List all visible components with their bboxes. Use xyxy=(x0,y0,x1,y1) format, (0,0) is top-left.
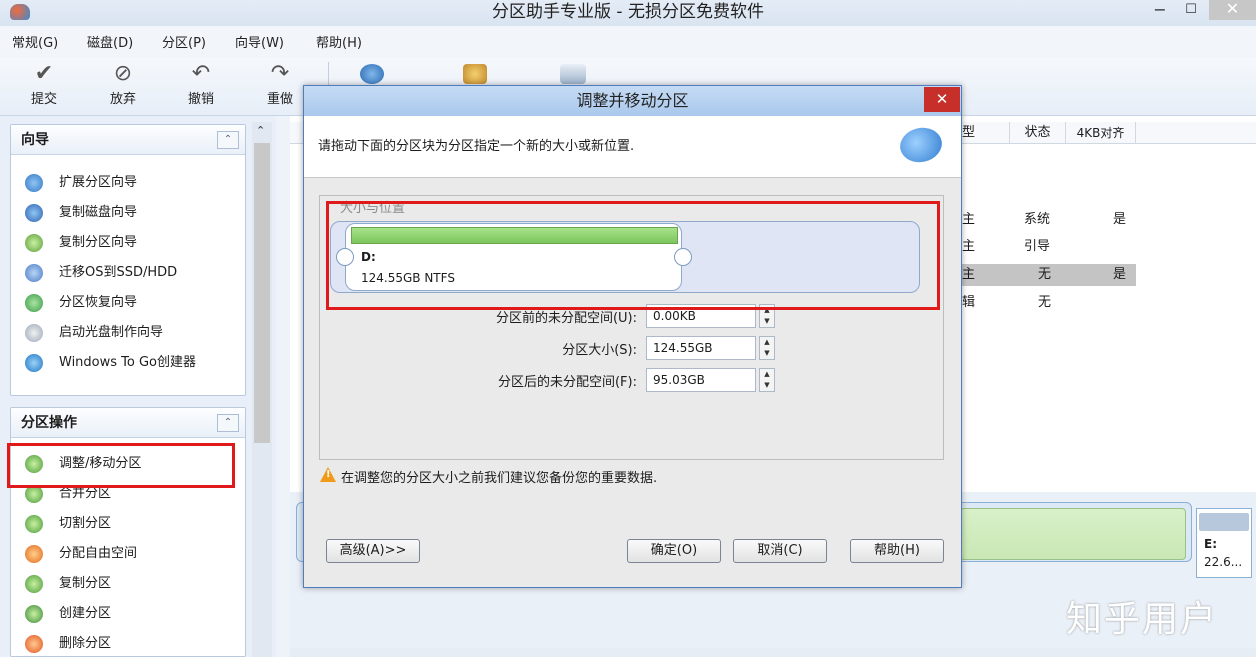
recovery-icon xyxy=(25,293,43,312)
cell-status: 引导 xyxy=(1024,239,1051,254)
legend-bar xyxy=(290,648,1256,657)
dialog-title: 调整并移动分区 xyxy=(304,86,961,116)
menu-help[interactable]: 帮助(H) xyxy=(316,32,362,51)
column-header-4k[interactable]: 4KB对齐 xyxy=(1066,122,1136,144)
allocate-space-icon xyxy=(25,544,43,563)
menu-disk[interactable]: 磁盘(D) xyxy=(87,32,133,51)
split-partition-icon xyxy=(25,514,43,533)
ops-collapse-button[interactable]: ⌃ xyxy=(217,414,239,432)
redo-button[interactable]: ↷ 重做 xyxy=(255,62,305,110)
column-header-status[interactable]: 状态 xyxy=(1010,122,1066,144)
highlight-box-resize-item xyxy=(7,443,235,488)
cancel-button[interactable]: 取消(C) xyxy=(733,539,827,563)
copy-disk-icon xyxy=(25,203,43,222)
op-item-delete[interactable]: 删除分区 xyxy=(25,632,111,656)
column-header-type[interactable]: 型 xyxy=(962,122,1010,144)
extend-partition-icon xyxy=(25,173,43,192)
help-button[interactable]: 帮助(H) xyxy=(850,539,944,563)
discard-button[interactable]: ⊘ 放弃 xyxy=(98,62,148,110)
dialog-instruction: 请拖动下面的分区块为分区指定一个新的大小或新位置. xyxy=(318,139,635,154)
copy-icon xyxy=(25,574,43,593)
drive-tool-icon[interactable] xyxy=(560,64,586,84)
op-item-allocate-space[interactable]: 分配自由空间 xyxy=(25,542,137,566)
cell-type: 主 xyxy=(962,212,976,227)
cell-type: 辑 xyxy=(962,295,976,310)
unallocated-after-field[interactable]: 95.03GB xyxy=(646,368,756,392)
partition-e-size: 22.6... xyxy=(1204,555,1243,569)
warning-icon-mark: ! xyxy=(326,469,331,480)
create-partition-icon xyxy=(25,604,43,623)
wizard-item-windows-to-go[interactable]: Windows To Go创建器 xyxy=(25,351,196,375)
window-title: 分区助手专业版 - 无损分区免费软件 xyxy=(492,2,764,22)
cell-status: 系统 xyxy=(1024,212,1051,227)
dialog-close-button[interactable]: ✕ xyxy=(924,87,960,112)
wizard-item-bootable-cd[interactable]: 启动光盘制作向导 xyxy=(25,321,163,345)
redo-icon: ↷ xyxy=(270,61,290,86)
sidebar-scroll-thumb[interactable] xyxy=(254,143,270,443)
checkmark-icon: ✔ xyxy=(34,61,54,86)
op-item-copy[interactable]: 复制分区 xyxy=(25,572,111,596)
wizard-collapse-button[interactable]: ⌃ xyxy=(217,131,239,149)
scroll-up-arrow-icon[interactable]: ⌃ xyxy=(256,124,265,137)
unallocated-after-stepper[interactable]: ▲ ▼ xyxy=(759,368,775,392)
minimize-button[interactable]: − xyxy=(1150,0,1170,24)
partition-size-label: 分区大小(S): xyxy=(562,343,637,358)
advanced-button[interactable]: 高级(A)>> xyxy=(326,539,420,563)
discard-icon: ⊘ xyxy=(113,61,133,86)
partition-size-stepper[interactable]: ▲ ▼ xyxy=(759,336,775,360)
cell-type: 主 xyxy=(962,267,976,282)
cell-4k: 是 xyxy=(1113,212,1127,227)
windows-icon xyxy=(25,353,43,372)
partition-size-field[interactable]: 124.55GB xyxy=(646,336,756,360)
cell-status: 无 xyxy=(1038,267,1052,282)
wizard-item-migrate-os[interactable]: 迁移OS到SSD/HDD xyxy=(25,261,177,285)
cell-4k: 是 xyxy=(1113,267,1127,282)
disk-tool-icon[interactable] xyxy=(360,64,384,84)
maximize-button[interactable]: ☐ xyxy=(1180,0,1202,24)
menu-general[interactable]: 常规(G) xyxy=(12,32,58,51)
ok-button[interactable]: 确定(O) xyxy=(627,539,721,563)
delete-partition-icon xyxy=(25,634,43,653)
watermark: 知乎用户 xyxy=(1066,599,1219,640)
wizard-item-copy-disk[interactable]: 复制磁盘向导 xyxy=(25,201,137,225)
commit-button[interactable]: ✔ 提交 xyxy=(19,62,69,110)
op-item-split[interactable]: 切割分区 xyxy=(25,512,111,536)
op-item-create[interactable]: 创建分区 xyxy=(25,602,111,626)
menu-wizard[interactable]: 向导(W) xyxy=(235,32,284,51)
wizard-panel: 向导 ⌃ 扩展分区向导 复制磁盘向导 复制分区向导 迁移OS到SSD/HDD 分… xyxy=(10,124,246,396)
close-button[interactable]: ✕ xyxy=(1209,0,1256,20)
disk-map-partition[interactable] xyxy=(960,508,1186,560)
warning-text: 在调整您的分区大小之前我们建议您备份您的重要数据. xyxy=(341,471,658,486)
wizard-item-copy-partition[interactable]: 复制分区向导 xyxy=(25,231,137,255)
wizard-panel-title: 向导 xyxy=(11,125,245,155)
package-tool-icon[interactable] xyxy=(463,64,487,84)
wizard-item-extend[interactable]: 扩展分区向导 xyxy=(25,171,137,195)
copy-partition-icon xyxy=(25,233,43,252)
ops-panel-title: 分区操作 xyxy=(11,408,245,438)
undo-button[interactable]: ↶ 撤销 xyxy=(176,62,226,110)
wizard-item-recovery[interactable]: 分区恢复向导 xyxy=(25,291,137,315)
highlight-box-partition xyxy=(326,201,940,310)
cd-icon xyxy=(25,323,43,342)
cell-status: 无 xyxy=(1038,295,1052,310)
migrate-os-icon xyxy=(25,263,43,282)
menu-partition[interactable]: 分区(P) xyxy=(162,32,206,51)
unallocated-after-label: 分区后的未分配空间(F): xyxy=(497,375,637,390)
partition-e-usage-bar xyxy=(1199,513,1249,531)
undo-icon: ↶ xyxy=(191,61,211,86)
partition-e-label: E: xyxy=(1204,537,1217,551)
cell-type: 主 xyxy=(962,239,976,254)
